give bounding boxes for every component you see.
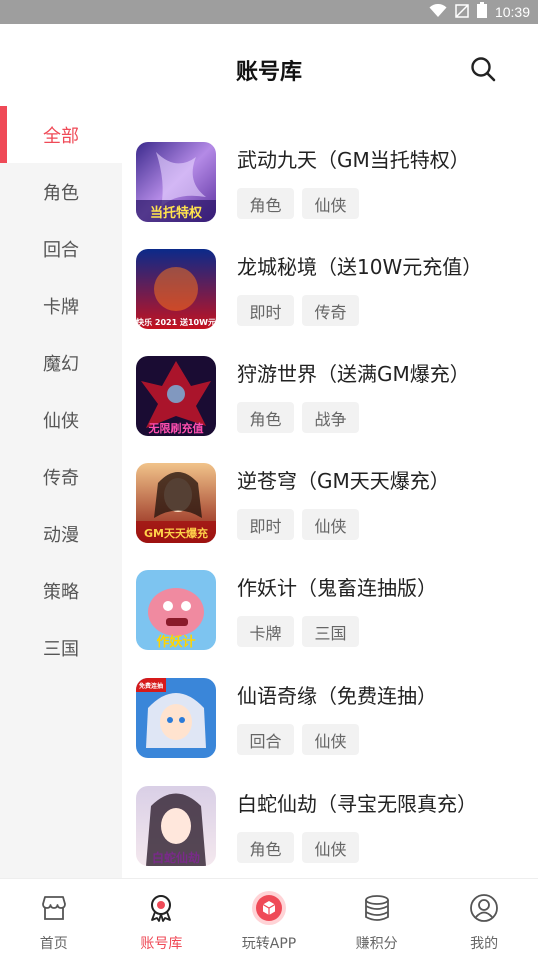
sidebar-item-turn-based[interactable]: 回合: [0, 220, 122, 277]
nav-play-app[interactable]: 玩转APP: [215, 879, 323, 956]
game-icon-text: 当托特权: [150, 205, 203, 221]
sidebar-item-label: 动漫: [43, 524, 79, 546]
tag-list: 角色 仙侠: [237, 188, 359, 219]
status-icons: 10:39: [429, 0, 530, 24]
list-item[interactable]: 免费连抽 仙语奇缘（免费连抽） 回合 仙侠: [122, 678, 538, 778]
sidebar-item-legend[interactable]: 传奇: [0, 448, 122, 505]
tag: 卡牌: [237, 616, 294, 647]
tag-list: 卡牌 三国: [237, 616, 359, 647]
game-icon: 白蛇仙劫: [136, 786, 216, 866]
sidebar-item-label: 角色: [43, 182, 79, 204]
game-icon-text: 新年快乐 2021 送10W元充值: [136, 317, 216, 327]
tag: 仙侠: [302, 188, 359, 219]
sidebar-item-label: 魔幻: [43, 353, 79, 375]
game-icon: 免费连抽: [136, 678, 216, 758]
list-item[interactable]: 无限刷充值 狩游世界（送满GM爆充） 角色 战争: [122, 356, 538, 456]
sidebar-item-anime[interactable]: 动漫: [0, 505, 122, 562]
list-item[interactable]: 当托特权 武动九天（GM当托特权） 角色 仙侠: [122, 142, 538, 242]
nav-label: 玩转APP: [241, 936, 297, 952]
tag: 角色: [237, 402, 294, 433]
game-icon: GM天天爆充: [136, 463, 216, 543]
game-icon-text: GM天天爆充: [144, 526, 208, 540]
wifi-icon: [429, 3, 447, 22]
list-item[interactable]: 白蛇仙劫 白蛇仙劫（寻宝无限真充） 角色 仙侠: [122, 786, 538, 886]
game-name: 逆苍穹（GM天天爆充）: [237, 469, 450, 493]
bottom-nav: 首页 账号库 玩转APP 赚积分 我的: [0, 878, 538, 956]
nav-label: 首页: [39, 936, 68, 952]
nav-account-library[interactable]: 账号库: [108, 879, 216, 956]
tag: 传奇: [302, 295, 359, 326]
sidebar-item-label: 传奇: [43, 467, 79, 489]
game-name: 狩游世界（送满GM爆充）: [237, 362, 470, 386]
tag: 仙侠: [302, 509, 359, 540]
status-bar: 10:39: [0, 0, 538, 24]
tag-list: 回合 仙侠: [237, 724, 359, 755]
store-icon: [37, 891, 71, 925]
game-name: 龙城秘境（送10W元充值）: [237, 255, 483, 279]
nav-home[interactable]: 首页: [0, 879, 108, 956]
game-icon-text: 作妖计: [156, 634, 195, 650]
tag-list: 角色 战争: [237, 402, 359, 433]
list-item[interactable]: 作妖计 作妖计（鬼畜连抽版） 卡牌 三国: [122, 570, 538, 670]
sidebar-item-label: 三国: [43, 638, 79, 660]
game-name: 作妖计（鬼畜连抽版）: [237, 576, 437, 600]
tag: 角色: [237, 188, 294, 219]
game-name: 仙语奇缘（免费连抽）: [237, 684, 437, 708]
search-icon: [470, 56, 496, 86]
sidebar-item-card[interactable]: 卡牌: [0, 277, 122, 334]
app-header: 账号库: [0, 24, 538, 116]
sidebar-item-label: 全部: [43, 125, 79, 147]
cube-icon: [251, 891, 286, 925]
game-icon: 作妖计: [136, 570, 216, 650]
game-name: 武动九天（GM当托特权）: [237, 148, 470, 172]
list-item[interactable]: 新年快乐 2021 送10W元充值 龙城秘境（送10W元充值） 即时 传奇: [122, 249, 538, 349]
game-icon: 新年快乐 2021 送10W元充值: [136, 249, 216, 329]
search-button[interactable]: [466, 54, 500, 88]
sidebar-item-label: 卡牌: [43, 296, 79, 318]
signal-off-icon: [455, 3, 469, 22]
list-item[interactable]: GM天天爆充 逆苍穹（GM天天爆充） 即时 仙侠: [122, 463, 538, 563]
coins-icon: [360, 891, 394, 925]
tag-list: 即时 仙侠: [237, 509, 359, 540]
tag: 三国: [302, 616, 359, 647]
tag: 仙侠: [302, 724, 359, 755]
tag: 角色: [237, 832, 294, 863]
sidebar-item-fantasy[interactable]: 魔幻: [0, 334, 122, 391]
tag-list: 即时 传奇: [237, 295, 359, 326]
game-list: 当托特权 武动九天（GM当托特权） 角色 仙侠 新年快乐 2021 送10W元充…: [122, 106, 538, 878]
game-icon-text: 无限刷充值: [148, 421, 204, 435]
sidebar-item-label: 仙侠: [43, 410, 79, 432]
category-sidebar: 全部 角色 回合 卡牌 魔幻 仙侠 传奇 动漫 策略 三国: [0, 106, 122, 878]
sidebar-item-role[interactable]: 角色: [0, 163, 122, 220]
tag: 即时: [237, 295, 294, 326]
nav-label: 我的: [470, 936, 499, 952]
battery-icon: [476, 2, 487, 22]
sidebar-item-all[interactable]: 全部: [0, 106, 122, 163]
game-icon-text: 免费连抽: [139, 682, 163, 690]
tag: 回合: [237, 724, 294, 755]
sidebar-item-xianxia[interactable]: 仙侠: [0, 391, 122, 448]
status-time: 10:39: [494, 4, 530, 20]
tag: 仙侠: [302, 832, 359, 863]
game-icon: 无限刷充值: [136, 356, 216, 436]
page-title: 账号库: [235, 60, 302, 85]
tag: 战争: [302, 402, 359, 433]
sidebar-item-three-kingdoms[interactable]: 三国: [0, 619, 122, 676]
sidebar-item-label: 回合: [43, 239, 79, 261]
medal-icon: [144, 891, 178, 925]
tag: 即时: [237, 509, 294, 540]
nav-label: 账号库: [140, 936, 183, 952]
user-icon: [467, 891, 501, 925]
tag-list: 角色 仙侠: [237, 832, 359, 863]
game-name: 白蛇仙劫（寻宝无限真充）: [237, 792, 477, 816]
game-icon-text: 白蛇仙劫: [152, 850, 200, 865]
sidebar-item-label: 策略: [43, 581, 79, 603]
nav-label: 赚积分: [355, 936, 398, 952]
game-icon: 当托特权: [136, 142, 216, 222]
sidebar-item-strategy[interactable]: 策略: [0, 562, 122, 619]
nav-mine[interactable]: 我的: [430, 879, 538, 956]
nav-earn-points[interactable]: 赚积分: [323, 879, 431, 956]
